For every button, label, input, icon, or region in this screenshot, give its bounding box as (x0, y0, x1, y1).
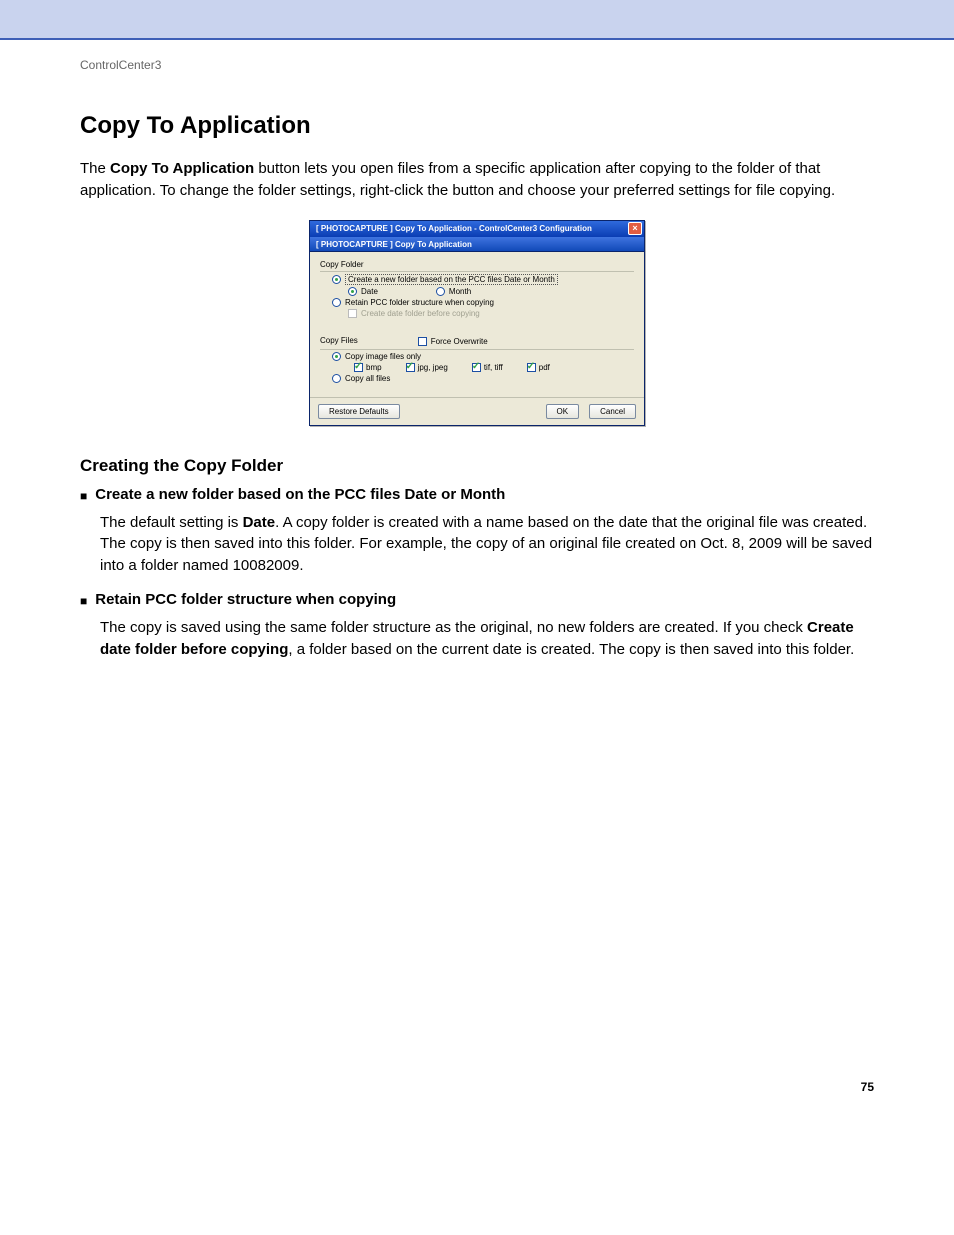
square-bullet-icon: ■ (80, 486, 87, 506)
dialog-titlebar[interactable]: [ PHOTOCAPTURE ] Copy To Application - C… (310, 221, 644, 237)
force-overwrite-label: Force Overwrite (431, 337, 488, 346)
radio-all-files[interactable] (332, 374, 341, 383)
subsection-title: Creating the Copy Folder (80, 456, 874, 476)
checkbox-datefolder-label: Create date folder before copying (361, 309, 480, 318)
checkbox-bmp[interactable] (354, 363, 363, 372)
intro-bold: Copy To Application (110, 160, 254, 177)
pdf-label: pdf (539, 363, 550, 372)
dialog-subtitle: [ PHOTOCAPTURE ] Copy To Application (310, 237, 644, 252)
bullet-2-paragraph: The copy is saved using the same folder … (100, 617, 874, 661)
checkbox-force-overwrite[interactable] (418, 337, 427, 346)
radio-month[interactable] (436, 287, 445, 296)
page-title: Copy To Application (80, 112, 874, 140)
cancel-button[interactable]: Cancel (589, 404, 636, 419)
dialog-title: [ PHOTOCAPTURE ] Copy To Application - C… (316, 224, 592, 233)
checkbox-datefolder (348, 309, 357, 318)
checkbox-jpg[interactable] (406, 363, 415, 372)
copy-files-label: Copy Files (320, 336, 358, 345)
radio-retain[interactable] (332, 298, 341, 307)
bullet-1-paragraph: The default setting is Date. A copy fold… (100, 512, 874, 577)
radio-new-folder-label: Create a new folder based on the PCC fil… (345, 274, 558, 285)
radio-new-folder[interactable] (332, 275, 341, 284)
running-head: ControlCenter3 (80, 58, 874, 72)
bullet-1-title: ■ Create a new folder based on the PCC f… (80, 486, 874, 506)
radio-images-only-label: Copy image files only (345, 352, 421, 361)
b1-bold: Date (243, 514, 276, 531)
radio-date[interactable] (348, 287, 357, 296)
restore-defaults-button[interactable]: Restore Defaults (318, 404, 400, 419)
checkbox-pdf[interactable] (527, 363, 536, 372)
b2-pre: The copy is saved using the same folder … (100, 619, 807, 636)
radio-month-label: Month (449, 287, 471, 296)
intro-pre: The (80, 160, 110, 177)
page-number: 75 (80, 1080, 874, 1094)
radio-retain-label: Retain PCC folder structure when copying (345, 298, 494, 307)
checkbox-tif[interactable] (472, 363, 481, 372)
radio-date-label: Date (361, 287, 378, 296)
bullet-1-title-text: Create a new folder based on the PCC fil… (95, 486, 505, 503)
radio-all-files-label: Copy all files (345, 374, 390, 383)
config-dialog: [ PHOTOCAPTURE ] Copy To Application - C… (309, 220, 645, 426)
top-header-bar (0, 0, 954, 40)
bullet-2-title-text: Retain PCC folder structure when copying (95, 591, 396, 608)
ok-button[interactable]: OK (546, 404, 580, 419)
copy-folder-label: Copy Folder (320, 260, 634, 269)
b2-post: , a folder based on the current date is … (288, 641, 854, 658)
b1-pre: The default setting is (100, 514, 243, 531)
close-icon[interactable]: × (628, 222, 642, 235)
radio-images-only[interactable] (332, 352, 341, 361)
intro-paragraph: The Copy To Application button lets you … (80, 158, 874, 202)
bmp-label: bmp (366, 363, 382, 372)
square-bullet-icon: ■ (80, 591, 87, 611)
tif-label: tif, tiff (484, 363, 503, 372)
jpg-label: jpg, jpeg (418, 363, 448, 372)
bullet-2-title: ■ Retain PCC folder structure when copyi… (80, 591, 874, 611)
